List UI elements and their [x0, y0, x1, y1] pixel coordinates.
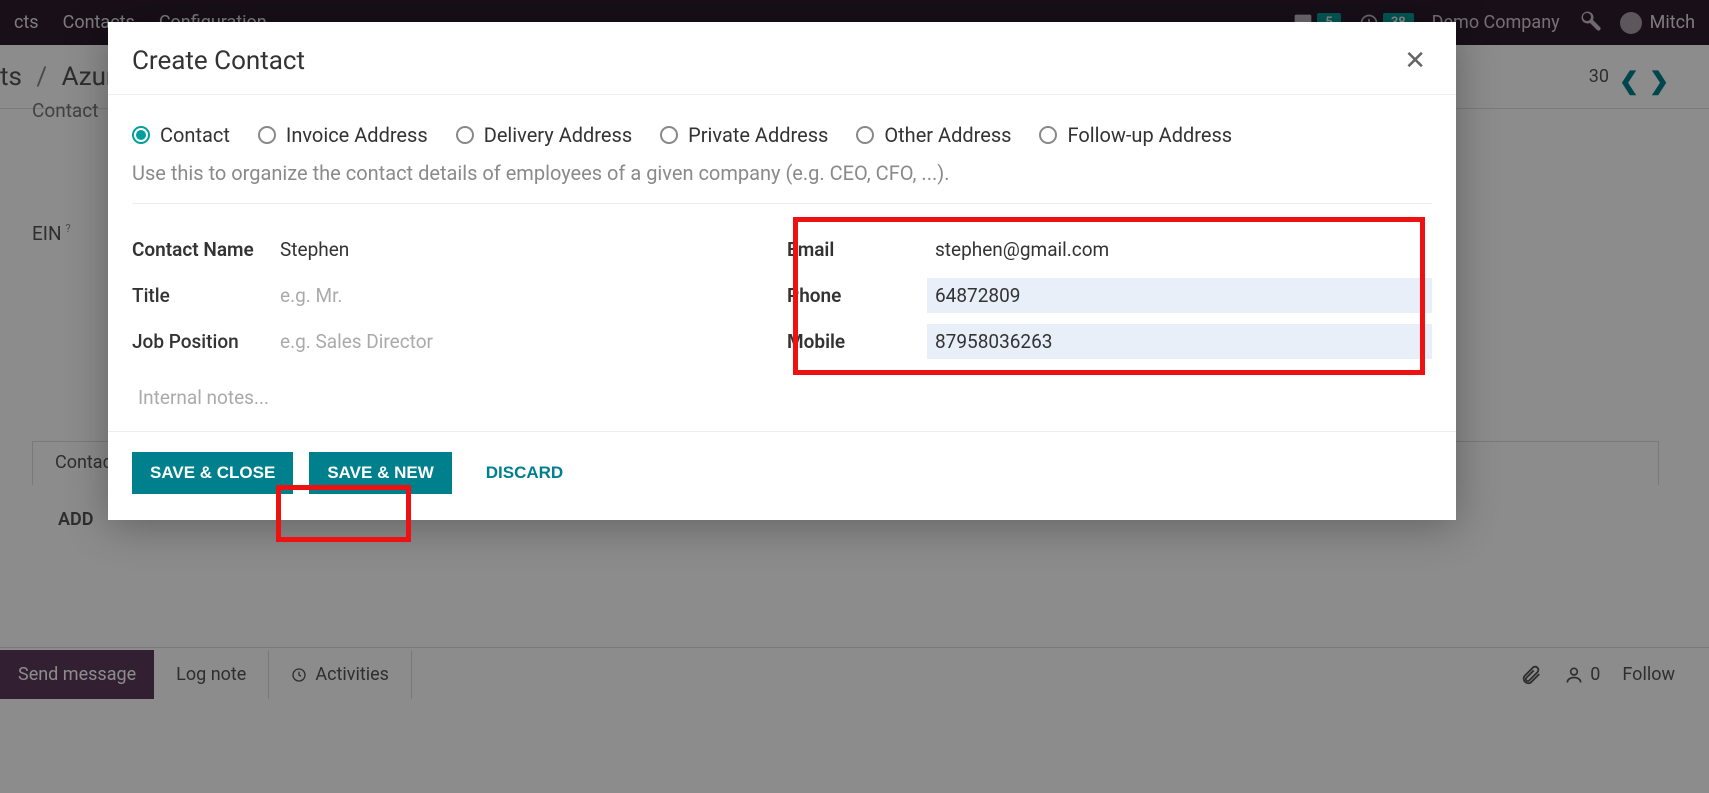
input-internal-notes[interactable]: Internal notes...: [132, 382, 777, 413]
modal-footer: SAVE & CLOSE SAVE & NEW DISCARD: [108, 431, 1456, 520]
label-job-position: Job Position: [132, 330, 272, 353]
input-job-position[interactable]: e.g. Sales Director: [272, 324, 777, 359]
contact-type-help-text: Use this to organize the contact details…: [132, 161, 1432, 204]
save-and-new-button[interactable]: SAVE & NEW: [309, 452, 451, 494]
radio-circle-icon: [258, 126, 276, 144]
radio-contact-label: Contact: [160, 123, 230, 147]
radio-private-label: Private Address: [688, 123, 828, 147]
input-email[interactable]: stephen@gmail.com: [927, 232, 1432, 267]
radio-circle-icon: [660, 126, 678, 144]
input-contact-name[interactable]: Stephen: [272, 232, 777, 267]
form-col-left: Contact Name Stephen Title e.g. Mr. Job …: [132, 226, 777, 413]
radio-delivery-address[interactable]: Delivery Address: [456, 123, 632, 147]
radio-circle-icon: [856, 126, 874, 144]
modal-title: Create Contact: [132, 46, 305, 76]
contact-type-radio-group: Contact Invoice Address Delivery Address…: [132, 123, 1432, 147]
radio-followup-label: Follow-up Address: [1067, 123, 1232, 147]
label-title: Title: [132, 284, 272, 307]
radio-other-address[interactable]: Other Address: [856, 123, 1011, 147]
modal-body: Contact Invoice Address Delivery Address…: [108, 95, 1456, 431]
save-and-close-button[interactable]: SAVE & CLOSE: [132, 452, 293, 494]
radio-invoice-address[interactable]: Invoice Address: [258, 123, 428, 147]
label-email: Email: [787, 238, 927, 261]
radio-contact[interactable]: Contact: [132, 123, 230, 147]
radio-private-address[interactable]: Private Address: [660, 123, 828, 147]
label-phone: Phone: [787, 284, 927, 307]
radio-circle-icon: [1039, 126, 1057, 144]
radio-delivery-label: Delivery Address: [484, 123, 632, 147]
input-phone[interactable]: 64872809: [927, 278, 1432, 313]
create-contact-modal: Create Contact ✕ Contact Invoice Address…: [108, 22, 1456, 520]
input-mobile[interactable]: 87958036263: [927, 324, 1432, 359]
label-contact-name: Contact Name: [132, 238, 272, 261]
modal-header: Create Contact ✕: [108, 22, 1456, 95]
close-icon[interactable]: ✕: [1404, 48, 1426, 74]
form-col-right: Email stephen@gmail.com Phone 64872809 M…: [787, 226, 1432, 413]
form-columns: Contact Name Stephen Title e.g. Mr. Job …: [132, 226, 1432, 413]
discard-button[interactable]: DISCARD: [468, 452, 581, 494]
input-title[interactable]: e.g. Mr.: [272, 278, 777, 313]
radio-circle-icon: [456, 126, 474, 144]
radio-followup-address[interactable]: Follow-up Address: [1039, 123, 1232, 147]
radio-other-label: Other Address: [884, 123, 1011, 147]
radio-invoice-label: Invoice Address: [286, 123, 428, 147]
label-mobile: Mobile: [787, 330, 927, 353]
radio-circle-icon: [132, 126, 150, 144]
